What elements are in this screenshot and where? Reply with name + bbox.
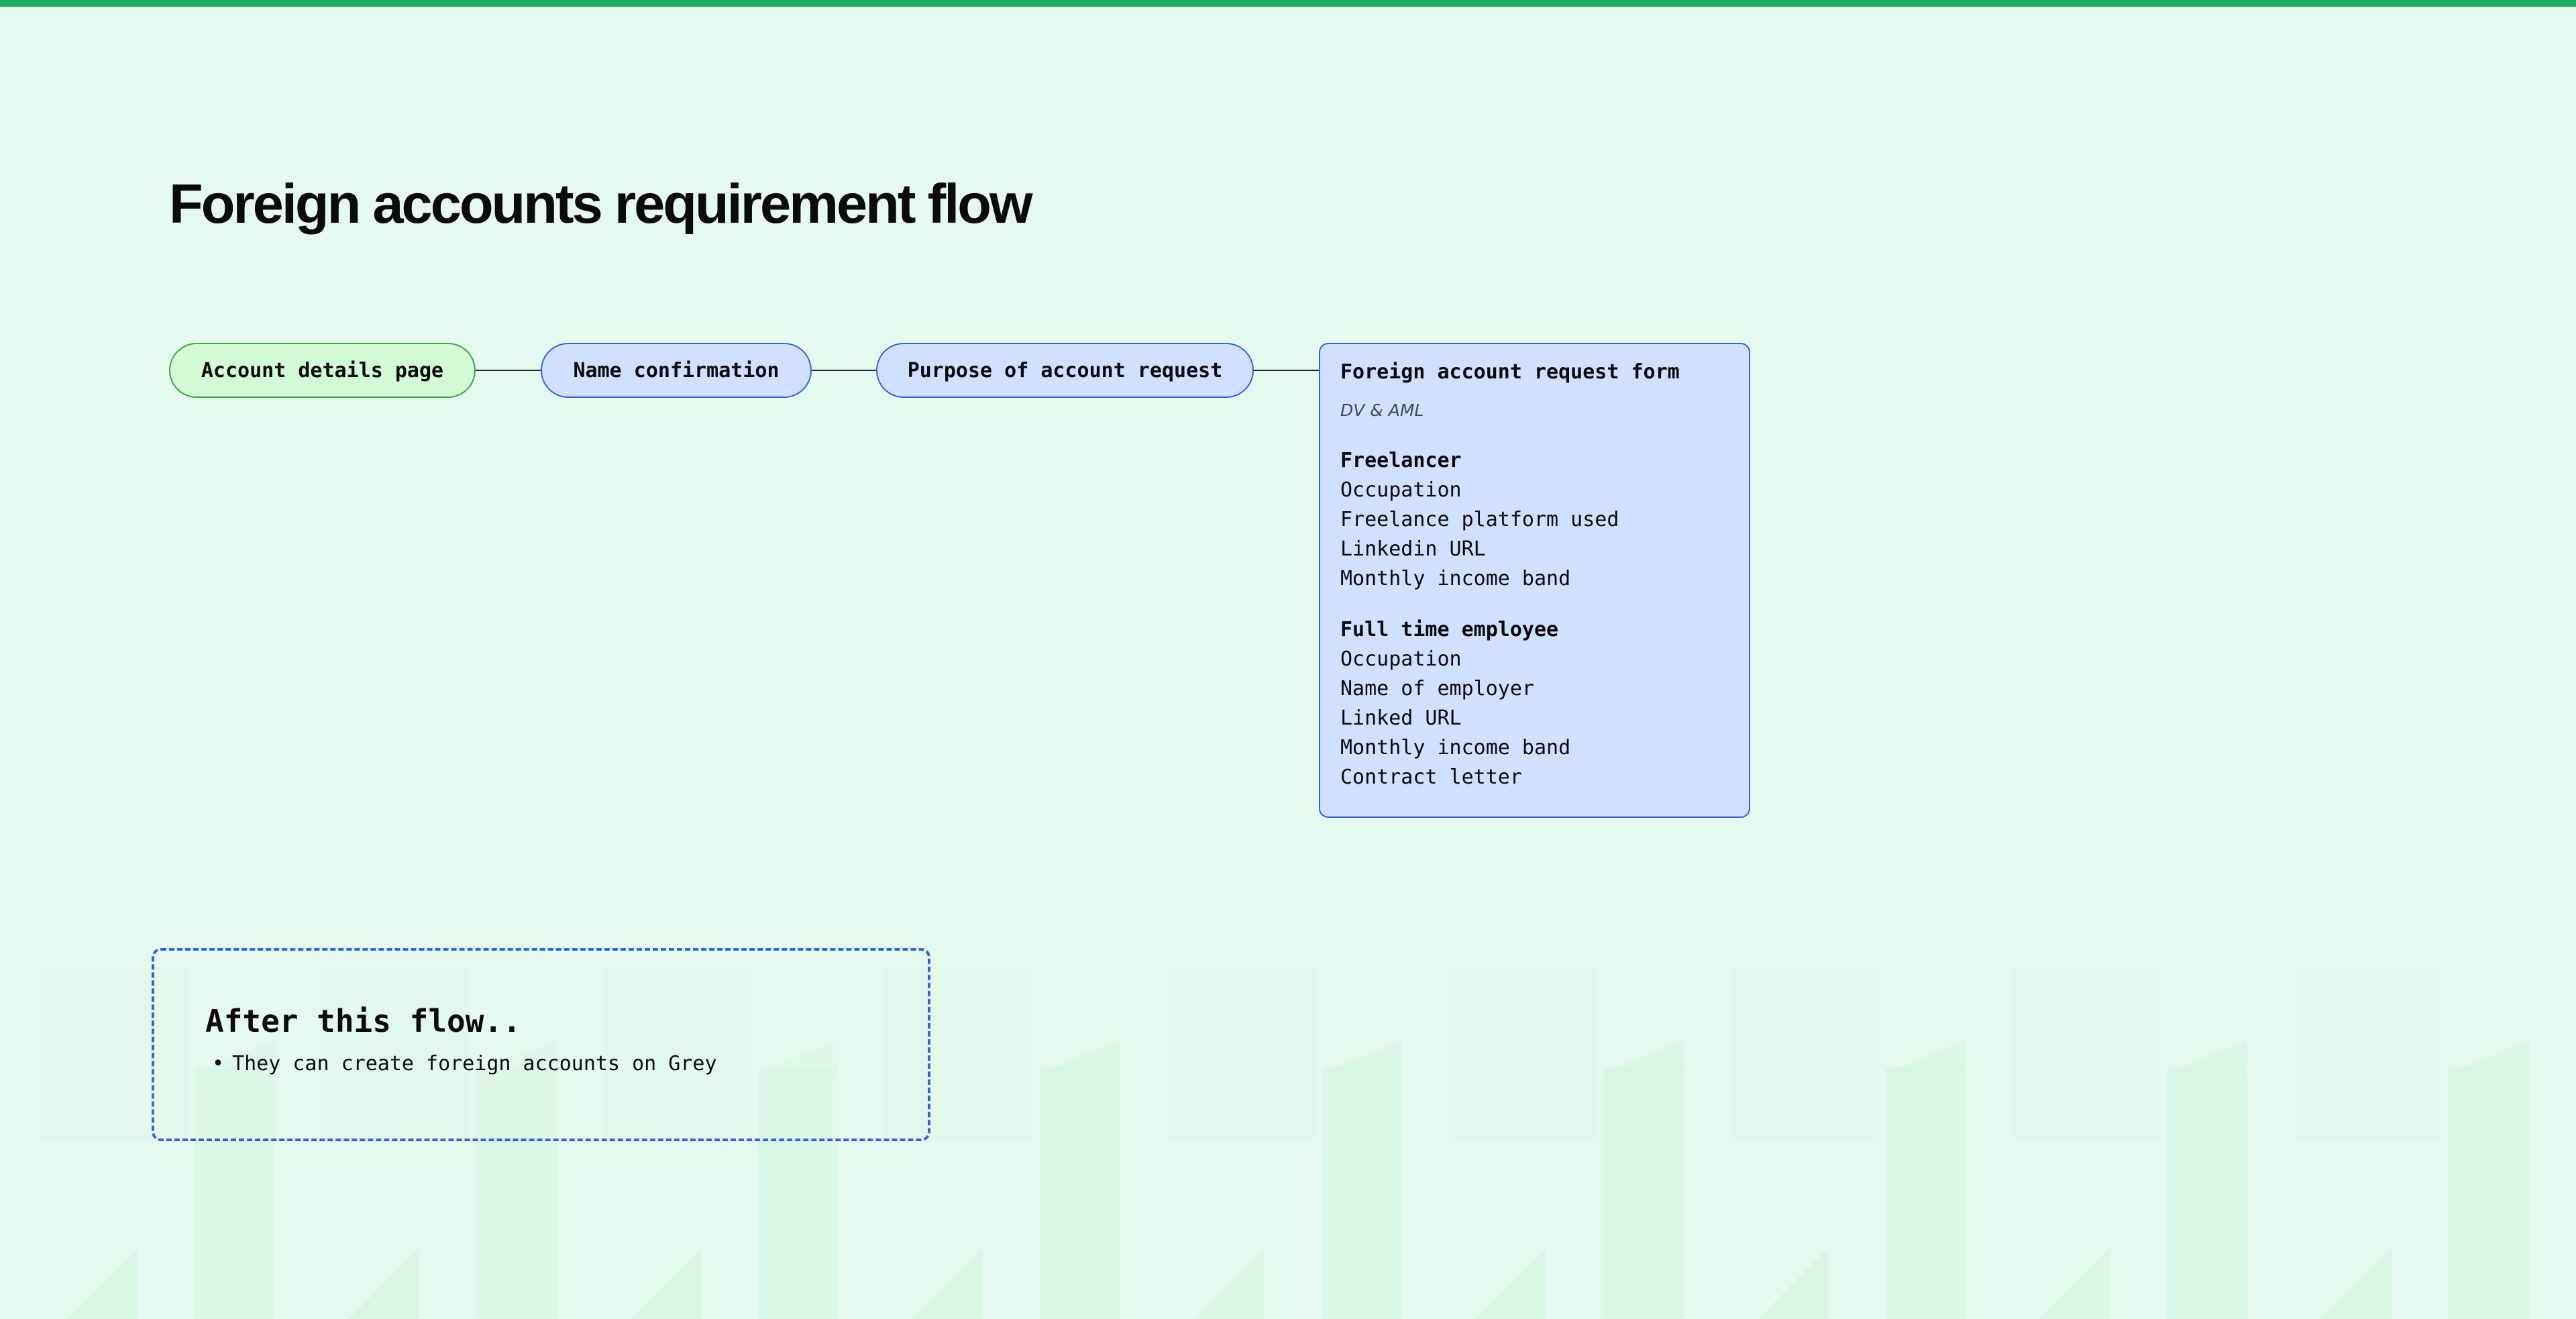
- page-title: Foreign accounts requirement flow: [169, 172, 1033, 235]
- section-item: Linkedin URL: [1340, 537, 1486, 561]
- section-title: Full time employee: [1340, 618, 1559, 641]
- section-item: Monthly income band: [1340, 567, 1571, 590]
- flow-node-purpose-of-account[interactable]: Purpose of account request: [876, 343, 1254, 398]
- form-subtitle: DV & AML: [1340, 401, 1424, 420]
- after-flow-item: • They can create foreign accounts on Gr…: [205, 1052, 877, 1075]
- bullet-icon: •: [212, 1051, 225, 1075]
- flow-node-foreign-account-form[interactable]: Foreign account request form DV & AML Fr…: [1319, 343, 1750, 818]
- section-title: Freelancer: [1340, 449, 1462, 472]
- section-item: Name of employer: [1340, 677, 1534, 700]
- flow-node-name-confirmation[interactable]: Name confirmation: [541, 343, 812, 398]
- form-section-full-time-employee: Full time employee Occupation Name of em…: [1340, 615, 1729, 792]
- section-item: Occupation: [1340, 647, 1462, 671]
- section-item: Freelance platform used: [1340, 508, 1619, 531]
- after-flow-item-text: They can create foreign accounts on Grey: [232, 1051, 717, 1075]
- after-flow-title: After this flow..: [205, 1003, 521, 1039]
- flow-node-account-details[interactable]: Account details page: [169, 343, 476, 398]
- form-section-freelancer: Freelancer Occupation Freelance platform…: [1340, 446, 1729, 594]
- after-flow-list: • They can create foreign accounts on Gr…: [205, 1052, 877, 1075]
- section-item: Contract letter: [1340, 766, 1522, 789]
- section-item: Linked URL: [1340, 706, 1462, 730]
- section-item: Monthly income band: [1340, 736, 1571, 759]
- after-flow-note: After this flow.. • They can create fore…: [152, 948, 930, 1141]
- section-item: Occupation: [1340, 478, 1462, 502]
- form-title: Foreign account request form: [1340, 360, 1680, 384]
